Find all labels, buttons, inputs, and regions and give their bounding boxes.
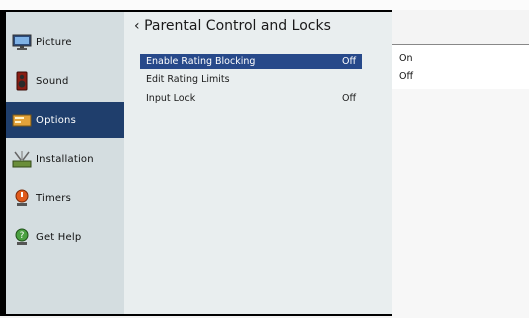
sidebar-item-options[interactable]: Options: [6, 102, 124, 138]
option-popup: On Off: [392, 44, 529, 90]
back-icon[interactable]: ‹: [134, 18, 140, 34]
tv-bezel-top: [0, 0, 529, 10]
sidebar-item-label: Timers: [36, 192, 71, 204]
timer-icon: [15, 189, 29, 206]
menu-row-edit-rating-limits[interactable]: Edit Rating Limits: [140, 72, 362, 87]
speaker-icon: [16, 71, 28, 91]
menu-row-label: Input Lock: [146, 93, 196, 104]
page-title: ‹ Parental Control and Locks: [134, 18, 331, 34]
background-area: [392, 89, 529, 318]
menu-row-label: Edit Rating Limits: [146, 74, 230, 85]
menu-row-input-lock[interactable]: Input Lock Off: [140, 91, 362, 106]
sidebar-item-timers[interactable]: Timers: [6, 180, 124, 216]
satellite-dish-icon: [12, 151, 32, 168]
menu-row-value: Off: [341, 93, 356, 104]
svg-text:?: ?: [20, 231, 25, 241]
sidebar-item-get-help[interactable]: ? Get Help: [6, 219, 124, 255]
menu-row-value: Off: [341, 56, 356, 67]
main-panel: ‹ Parental Control and Locks Enable Rati…: [124, 12, 392, 314]
page-title-text: Parental Control and Locks: [144, 18, 331, 34]
sidebar-item-picture[interactable]: Picture: [6, 24, 124, 60]
option-off[interactable]: Off: [399, 71, 413, 82]
sidebar-item-label: Picture: [36, 36, 72, 48]
option-on[interactable]: On: [399, 53, 413, 64]
sidebar-item-label: Options: [36, 114, 76, 126]
monitor-icon: [12, 34, 32, 50]
help-icon: ?: [15, 228, 29, 245]
sidebar: Picture Sound Options Installation Timer…: [6, 12, 124, 314]
sidebar-item-sound[interactable]: Sound: [6, 63, 124, 99]
sidebar-item-label: Sound: [36, 75, 69, 87]
options-icon: [12, 114, 32, 127]
sidebar-item-label: Get Help: [36, 231, 82, 243]
sidebar-item-label: Installation: [36, 153, 94, 165]
sidebar-item-installation[interactable]: Installation: [6, 141, 124, 177]
menu-row-label: Enable Rating Blocking: [146, 56, 256, 67]
menu-row-enable-rating-blocking[interactable]: Enable Rating Blocking Off: [140, 54, 362, 69]
